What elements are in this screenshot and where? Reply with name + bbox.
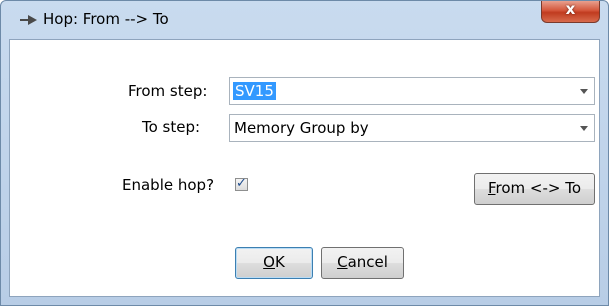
enable-hop-checkbox[interactable]: ✓ — [235, 176, 248, 191]
from-step-value: SV15 — [233, 82, 276, 100]
hop-dialog-window: Hop: From --> To x From step: SV15 To st… — [0, 0, 609, 306]
window-title: Hop: From --> To — [43, 10, 169, 28]
from-step-label: From step: — [128, 82, 208, 100]
swap-button-mnemonic: F — [487, 179, 496, 197]
dialog-body: From step: SV15 To step: Memory Group by… — [9, 39, 600, 297]
ok-button-label: K — [274, 253, 285, 271]
cancel-button-mnemonic: C — [337, 253, 348, 271]
swap-from-to-button[interactable]: From <-> To — [474, 173, 595, 205]
ok-button-mnemonic: O — [263, 253, 275, 271]
hop-arrow-icon — [20, 15, 37, 25]
close-icon: x — [565, 0, 576, 18]
checkmark-icon: ✓ — [236, 176, 247, 191]
from-step-select[interactable]: SV15 — [229, 77, 595, 105]
ok-button[interactable]: OK — [235, 247, 313, 279]
enable-hop-label: Enable hop? — [122, 176, 215, 194]
chevron-down-icon[interactable] — [580, 89, 588, 94]
to-step-value: Memory Group by — [234, 119, 369, 137]
cancel-button[interactable]: Cancel — [321, 247, 404, 279]
close-button[interactable]: x — [541, 0, 600, 23]
to-step-select[interactable]: Memory Group by — [229, 114, 595, 142]
swap-button-label: rom <-> To — [495, 179, 582, 197]
cancel-button-label: ancel — [347, 253, 388, 271]
chevron-down-icon[interactable] — [580, 126, 588, 131]
to-step-label: To step: — [142, 118, 201, 136]
title-bar[interactable]: Hop: From --> To x — [1, 0, 608, 39]
